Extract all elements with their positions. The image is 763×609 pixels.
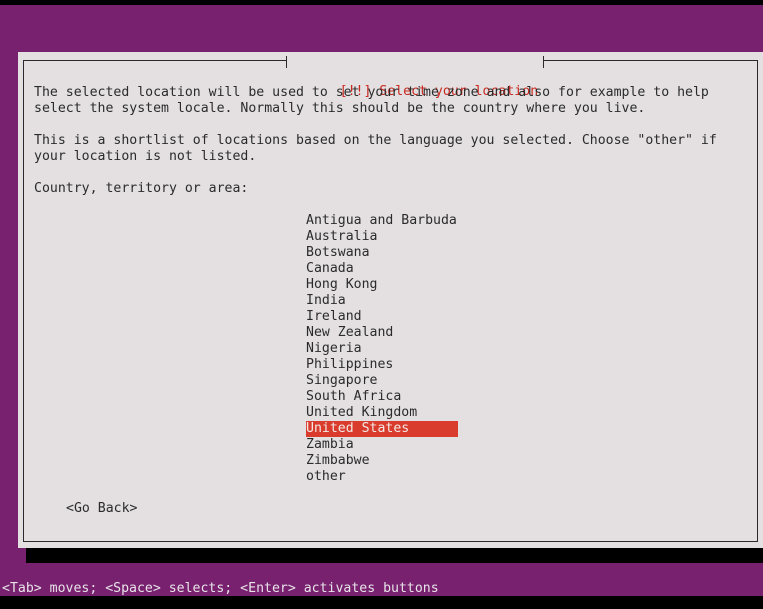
dialog-title: [!!] Select your location bbox=[286, 52, 545, 99]
keyboard-help-bar: <Tab> moves; <Space> selects; <Enter> ac… bbox=[2, 581, 439, 596]
country-option[interactable]: India bbox=[306, 293, 458, 309]
go-back-button[interactable]: <Go Back> bbox=[66, 501, 137, 517]
country-prompt: Country, territory or area: bbox=[34, 181, 249, 196]
country-option[interactable]: Antigua and Barbuda bbox=[306, 213, 458, 229]
country-option[interactable]: Zambia bbox=[306, 437, 458, 453]
country-option[interactable]: United Kingdom bbox=[306, 405, 458, 421]
country-option[interactable]: New Zealand bbox=[306, 325, 458, 341]
country-option[interactable]: Zimbabwe bbox=[306, 453, 458, 469]
country-option[interactable]: Canada bbox=[306, 261, 458, 277]
country-option[interactable]: Ireland bbox=[306, 309, 458, 325]
location-description-line-2: select the system locale. Normally this … bbox=[34, 101, 646, 116]
title-frame-left-tick bbox=[286, 56, 287, 68]
shortlist-note: This is a shortlist of locations based o… bbox=[34, 133, 717, 165]
location-description-line-1: The selected location will be used to se… bbox=[34, 85, 709, 100]
country-option[interactable]: Singapore bbox=[306, 373, 458, 389]
country-option[interactable]: other bbox=[306, 469, 458, 485]
country-option-selected[interactable]: United States bbox=[306, 421, 458, 437]
country-list[interactable]: Antigua and Barbuda Australia Botswana C… bbox=[306, 213, 458, 485]
shortlist-note-line-1: This is a shortlist of locations based o… bbox=[34, 133, 717, 148]
title-frame-right-tick bbox=[543, 56, 545, 68]
installer-screen: [!!] Select your location The selected l… bbox=[0, 0, 763, 609]
country-option[interactable]: Hong Kong bbox=[306, 277, 458, 293]
select-location-dialog: [!!] Select your location The selected l… bbox=[18, 52, 763, 548]
location-description: The selected location will be used to se… bbox=[34, 85, 709, 117]
shortlist-note-line-2: your location is not listed. bbox=[34, 149, 257, 164]
country-option[interactable]: Philippines bbox=[306, 357, 458, 373]
country-option[interactable]: Nigeria bbox=[306, 341, 458, 357]
country-option[interactable]: South Africa bbox=[306, 389, 458, 405]
country-option[interactable]: Australia bbox=[306, 229, 458, 245]
country-option[interactable]: Botswana bbox=[306, 245, 458, 261]
